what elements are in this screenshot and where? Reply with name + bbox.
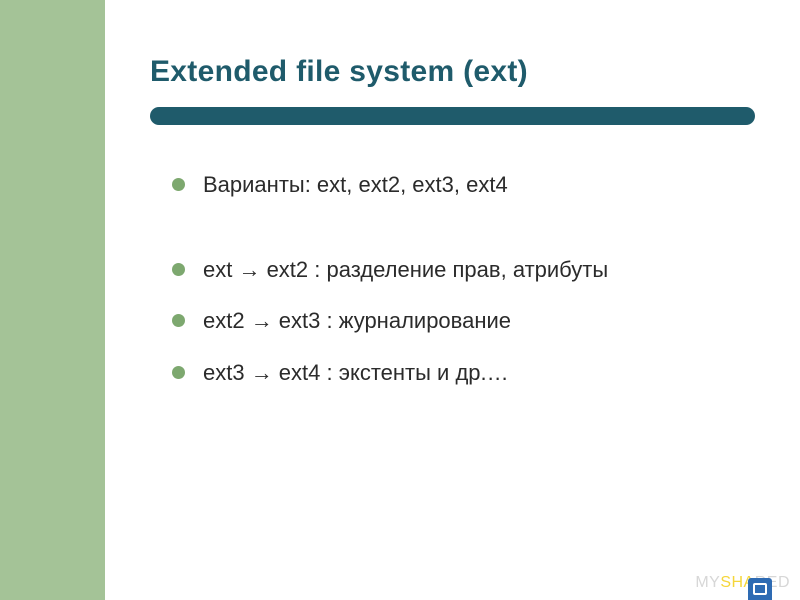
bullet-dot-icon — [172, 366, 185, 379]
divider-bar — [150, 107, 755, 125]
bullet-item: ext2 → ext3 : журналирование — [172, 306, 755, 336]
bullet-item: ext3 → ext4 : экстенты и др.… — [172, 358, 755, 388]
bullet-dot-icon — [172, 314, 185, 327]
bullet-item: ext → ext2 : разделение прав, атрибуты — [172, 255, 755, 285]
watermark-text: MYSHARED — [695, 574, 790, 592]
slide-title: Extended file system (ext) — [150, 55, 755, 89]
bullet-dot-icon — [172, 178, 185, 191]
bullet-text: Варианты: ext, ext2, ext3, ext4 — [203, 170, 508, 200]
page-info-tab[interactable] — [748, 578, 772, 600]
bullet-text: ext2 → ext3 : журналирование — [203, 306, 511, 336]
watermark-prefix: MY — [695, 574, 720, 591]
bullet-item: Варианты: ext, ext2, ext3, ext4 — [172, 170, 755, 200]
sidebar-accent — [0, 0, 105, 600]
bullet-text: ext3 → ext4 : экстенты и др.… — [203, 358, 509, 388]
bullet-dot-icon — [172, 263, 185, 276]
bullet-text: ext → ext2 : разделение прав, атрибуты — [203, 255, 608, 285]
slide-content: Extended file system (ext) Варианты: ext… — [105, 0, 800, 600]
bullet-list: Варианты: ext, ext2, ext3, ext4 ext → ex… — [150, 170, 755, 388]
